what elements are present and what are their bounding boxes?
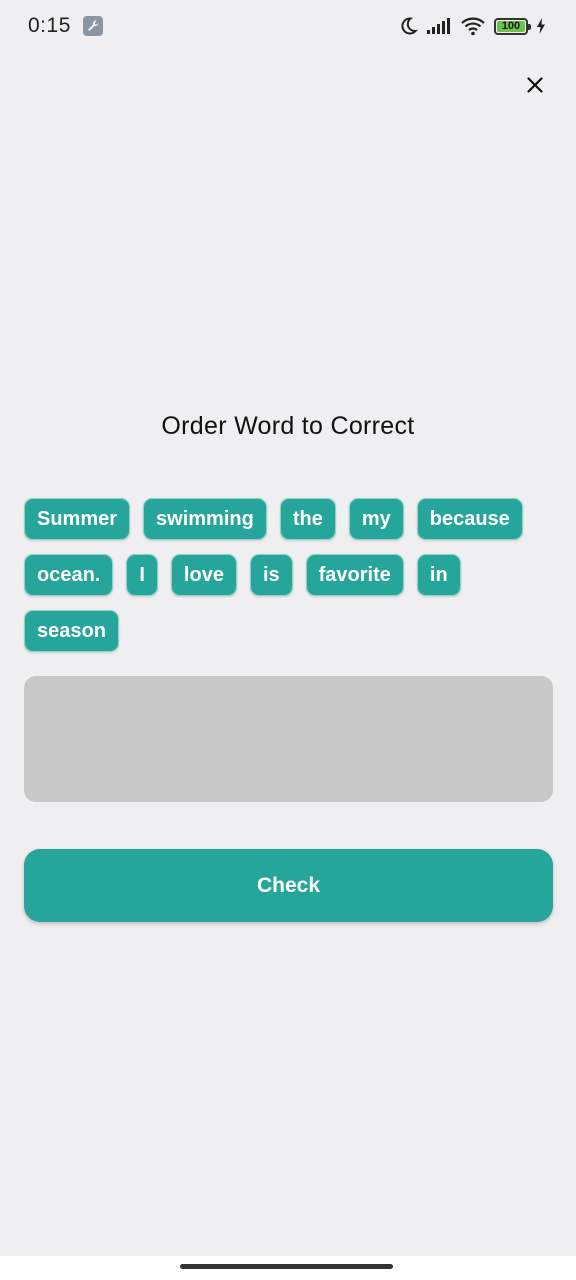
home-indicator[interactable]	[180, 1264, 393, 1269]
status-time: 0:15	[28, 14, 71, 37]
status-left: 0:15	[28, 14, 103, 38]
answer-area[interactable]	[24, 676, 553, 802]
word-chip[interactable]: favorite	[305, 554, 404, 596]
word-chip[interactable]: is	[249, 554, 293, 596]
close-button[interactable]	[518, 68, 552, 102]
word-chip[interactable]: season	[24, 610, 119, 652]
word-chip[interactable]: because	[416, 498, 523, 540]
word-chip[interactable]: the	[279, 498, 336, 540]
battery-level: 100	[501, 20, 521, 32]
word-chip[interactable]: Summer	[24, 498, 131, 540]
charging-bolt-icon	[536, 18, 546, 34]
word-chip[interactable]: ocean.	[24, 554, 114, 596]
word-chip[interactable]: in	[416, 554, 461, 596]
app-screen: 0:15 100 Order Word to Correct Summer sw…	[0, 0, 576, 1280]
word-chip[interactable]: I	[126, 554, 158, 596]
moon-icon	[398, 16, 418, 36]
exercise-title: Order Word to Correct	[161, 412, 415, 440]
signal-icon	[426, 17, 452, 35]
wifi-icon	[460, 16, 486, 36]
wrench-icon	[82, 16, 103, 36]
status-right: 100	[398, 16, 546, 36]
word-chip[interactable]: swimming	[143, 498, 267, 540]
status-bar: 0:15 100	[0, 0, 576, 52]
word-chip[interactable]: love	[170, 554, 237, 596]
word-chip[interactable]: my	[348, 498, 404, 540]
close-icon	[527, 77, 543, 93]
word-bank: Summer swimming the my because ocean. I …	[24, 498, 554, 652]
battery-icon: 100	[494, 17, 531, 35]
check-button[interactable]: Check	[24, 849, 553, 922]
